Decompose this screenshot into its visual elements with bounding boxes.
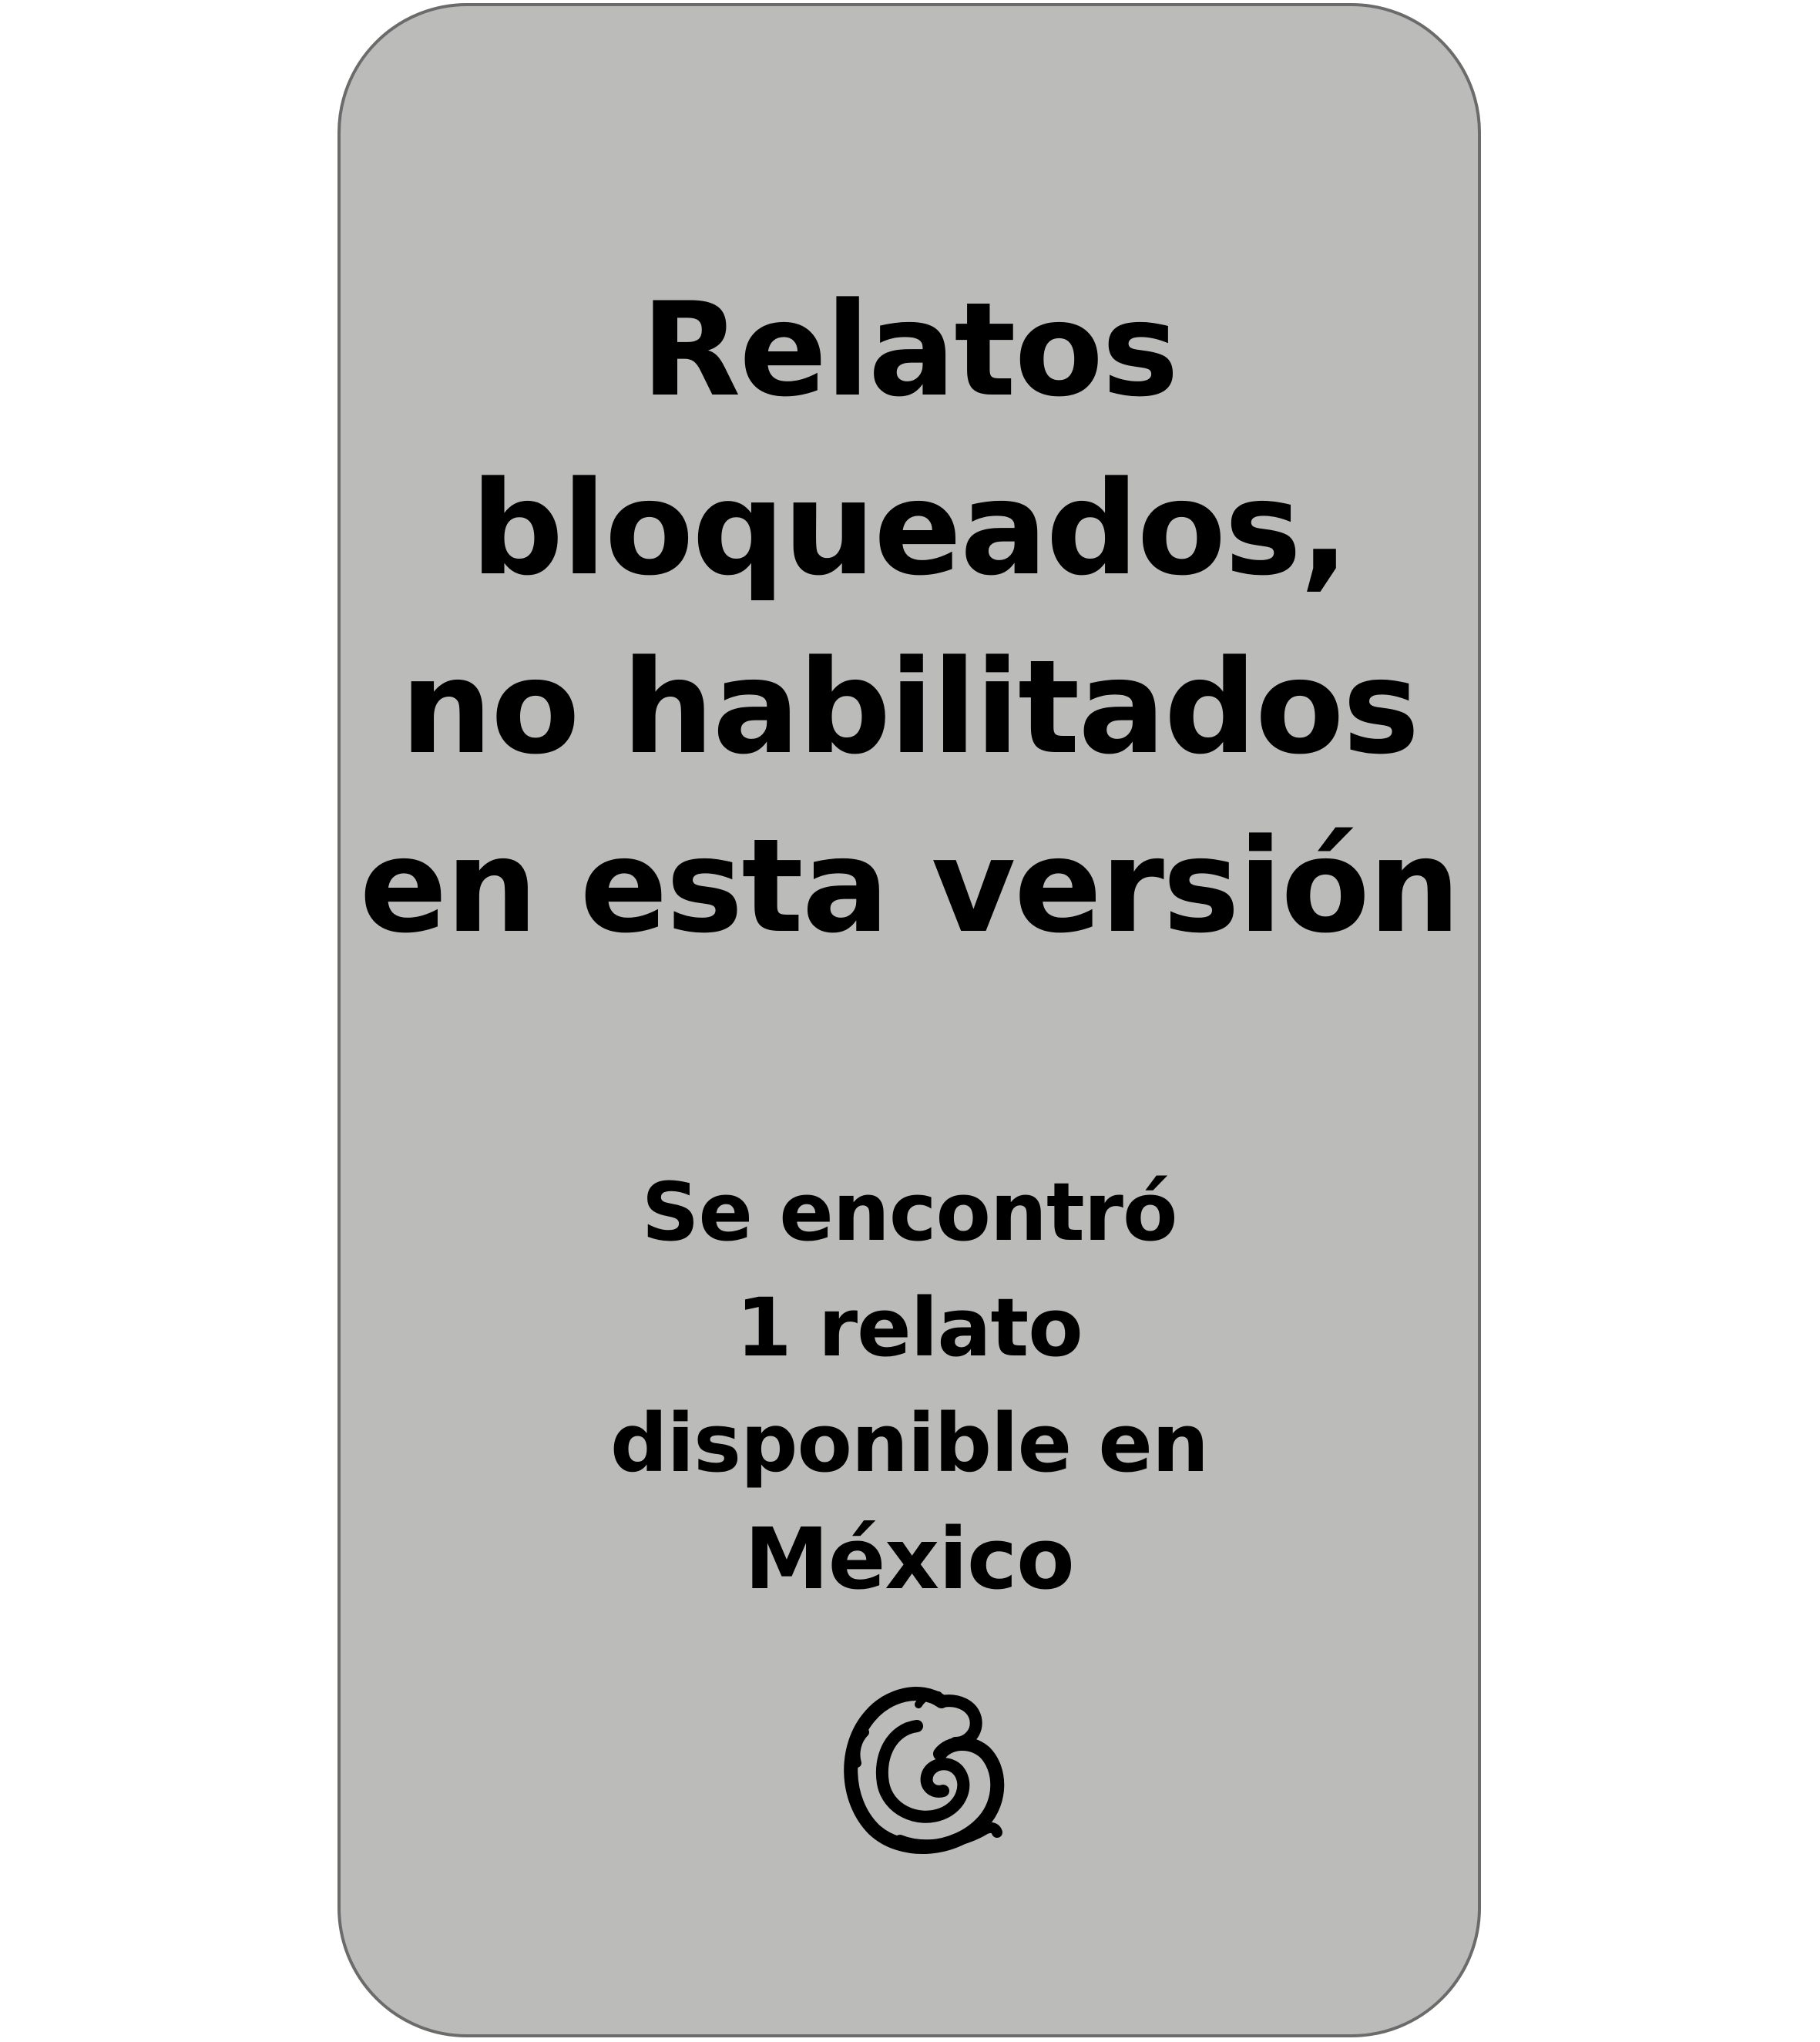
availability-message: Se encontró 1 relato disponible en Méxic… [341,1154,1478,1617]
country-name: México [744,1510,1075,1608]
message-line-2: 1 relato [736,1281,1083,1375]
blocked-title: Relatos bloqueados, no habilitados en es… [341,260,1478,976]
title-line-1: Relatos [641,274,1179,425]
swirl-logo-icon [844,1687,1005,1854]
title-line-2: bloqueados, [471,453,1349,604]
blocked-stories-card: Relatos bloqueados, no habilitados en es… [337,3,1481,2037]
title-line-3: no habilitados [400,632,1420,783]
title-line-4: en esta versión [359,811,1460,962]
message-line-3: disponible en [610,1396,1209,1490]
message-line-1: Se encontró [641,1165,1178,1259]
